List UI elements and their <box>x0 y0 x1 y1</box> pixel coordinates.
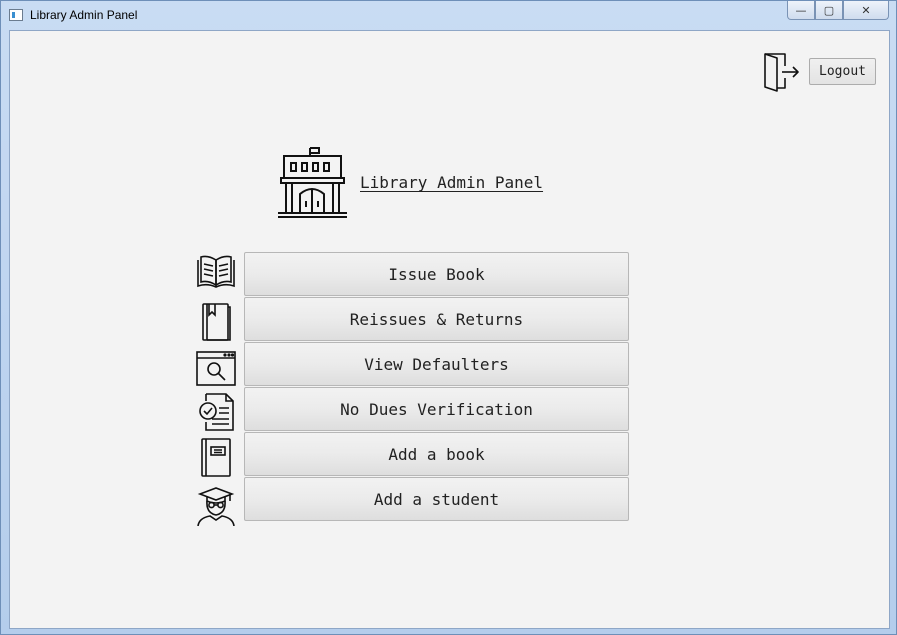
title-bar[interactable]: Library Admin Panel — ▢ ✕ <box>1 1 896 30</box>
checked-document-icon <box>196 392 236 432</box>
window-controls: — ▢ ✕ <box>787 1 889 21</box>
issue-book-button[interactable]: Issue Book <box>244 252 629 296</box>
graduate-student-icon <box>196 486 236 526</box>
reissues-returns-button[interactable]: Reissues & Returns <box>244 297 629 341</box>
add-book-button[interactable]: Add a book <box>244 432 629 476</box>
view-defaulters-button[interactable]: View Defaulters <box>244 342 629 386</box>
close-button[interactable]: ✕ <box>843 1 889 20</box>
search-browser-icon <box>196 349 236 389</box>
page-title-link[interactable]: Library Admin Panel <box>360 173 543 192</box>
no-dues-verification-button[interactable]: No Dues Verification <box>244 387 629 431</box>
window-title: Library Admin Panel <box>30 8 138 22</box>
notebook-icon <box>196 437 236 477</box>
open-book-icon <box>196 252 236 292</box>
minimize-button[interactable]: — <box>787 1 815 20</box>
maximize-button[interactable]: ▢ <box>815 1 843 20</box>
exit-door-icon[interactable] <box>763 52 801 92</box>
add-student-button[interactable]: Add a student <box>244 477 629 521</box>
main-panel: Logout Library Admin Panel Issue Book Re… <box>9 30 890 629</box>
library-building-icon <box>277 146 349 219</box>
logout-button[interactable]: Logout <box>809 58 876 85</box>
app-window: Library Admin Panel — ▢ ✕ Logout Library… <box>0 0 897 635</box>
app-icon <box>9 9 23 21</box>
bookmarked-book-icon <box>196 302 236 342</box>
